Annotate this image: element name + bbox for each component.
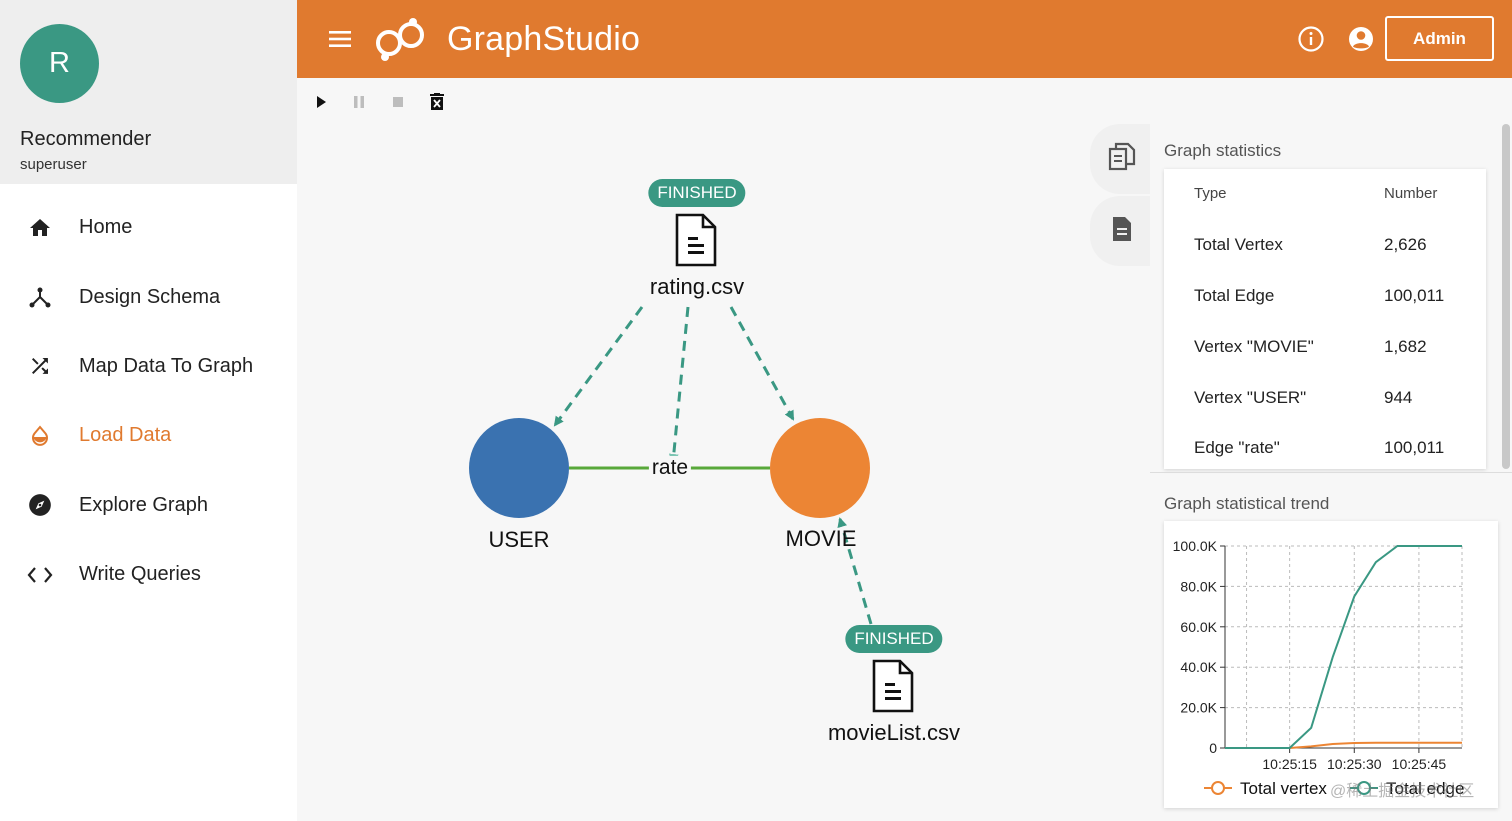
y-tick-label: 20.0K [1180,700,1217,716]
app-title: GraphStudio [447,19,641,58]
y-tick-label: 0 [1209,740,1217,756]
table-row: Total Edge 100,011 [1164,286,1486,337]
column-header-number: Number [1384,185,1438,202]
stat-type: Vertex "USER" [1194,388,1307,407]
profile-name: Recommender [20,128,152,150]
avatar[interactable]: R [20,24,99,103]
sidebar-item-label: Design Schema [79,285,221,308]
vertex-user[interactable] [469,418,569,518]
stat-type: Edge "rate" [1194,438,1280,457]
x-tick-label: 10:25:45 [1392,756,1447,772]
status-badge: FINISHED [648,179,746,207]
copy-icon [1108,142,1136,177]
trend-chart-svg: 0 20.0K 40.0K 60.0K 80.0K 100.0K 10:25:15 10:25… [1173,538,1465,798]
stat-type: Vertex "MOVIE" [1194,337,1314,356]
sidebar-nav: Home Design Schema Map Data To Graph Loa… [0,193,297,609]
trend-title: Graph statistical trend [1164,494,1330,513]
x-tick-label: 10:25:30 [1327,756,1382,772]
x-tick-label: 10:25:15 [1262,756,1317,772]
sidebar-item-label: Explore Graph [79,493,208,516]
table-row: Total Vertex 2,626 [1164,235,1486,286]
delete-icon[interactable] [428,93,446,111]
document-icon [1111,216,1133,247]
edge-label: rate [648,456,692,480]
menu-icon[interactable] [327,26,357,52]
table-row: Vertex "USER" 944 [1164,388,1486,439]
admin-button[interactable]: Admin [1385,16,1494,61]
status-badge: FINISHED [845,625,943,653]
profile-section: R Recommender superuser [0,0,297,184]
y-tick-label: 60.0K [1180,619,1217,635]
legend-label: Total vertex [1240,779,1327,798]
stat-number: 2,626 [1384,235,1427,254]
sidebar-item-label: Map Data To Graph [79,354,254,377]
load-arrow-rate [668,306,690,464]
stat-type: Total Vertex [1194,235,1283,254]
scrollbar[interactable] [1502,124,1510,469]
table-row: Vertex "MOVIE" 1,682 [1164,337,1486,388]
sidebar-item-label: Home [79,216,133,239]
play-icon[interactable] [312,93,330,111]
load-toolbar [297,78,1512,124]
load-arrow-user [553,306,644,427]
sidebar-item-map-data[interactable]: Map Data To Graph [0,332,297,401]
logo-icon [376,18,424,61]
sidebar-item-label: Write Queries [79,563,201,586]
sidebar: R Recommender superuser Home Design Sche… [0,0,297,821]
vertex-movie[interactable] [770,418,870,518]
graph-svg [469,213,914,713]
info-icon[interactable] [1297,25,1325,58]
sidebar-item-write-queries[interactable]: Write Queries [0,540,297,609]
sidebar-item-home[interactable]: Home [0,193,297,262]
water-drop-icon [26,422,54,450]
sidebar-item-load-data[interactable]: Load Data [0,401,297,470]
stat-type: Total Edge [1194,286,1275,305]
stats-title: Graph statistics [1164,141,1282,160]
legend-marker [1211,781,1225,795]
y-tick-label: 40.0K [1180,659,1217,675]
home-icon [26,214,54,242]
sidebar-item-explore-graph[interactable]: Explore Graph [0,471,297,540]
file-name: rating.csv [649,274,745,299]
tab-log[interactable] [1090,196,1154,266]
y-tick-label: 100.0K [1173,538,1218,554]
graph-canvas[interactable]: FINISHED rating.csv FINISHED movieList.c… [297,124,1087,821]
column-header-type: Type [1194,185,1227,202]
sidebar-item-label: Load Data [79,424,172,447]
code-icon [26,561,54,589]
file-icon[interactable] [675,213,717,267]
compass-icon [26,491,54,519]
series-line-total-edge [1225,544,1462,749]
file-name: movieList.csv [827,720,961,745]
trend-chart: 0 20.0K 40.0K 60.0K 80.0K 100.0K 10:25:15 10:25… [1164,521,1498,808]
stat-number: 100,011 [1384,438,1445,457]
table-row: Edge "rate" 100,011 [1164,438,1486,489]
file-icon[interactable] [872,659,914,713]
tab-statistics[interactable] [1090,124,1154,194]
profile-role: superuser [20,156,87,173]
vertex-label: MOVIE [785,526,857,551]
stat-number: 1,682 [1384,337,1427,356]
stop-icon[interactable] [389,93,407,111]
app-header: GraphStudio Admin [297,0,1512,78]
schema-icon [26,283,54,311]
stat-number: 100,011 [1384,286,1445,305]
stats-table: Type Number Total Vertex 2,626 Total Edg… [1164,169,1486,469]
sidebar-item-design-schema[interactable]: Design Schema [0,262,297,331]
pause-icon[interactable] [350,93,368,111]
vertex-label: USER [488,527,550,552]
load-arrow-movie [729,306,795,421]
app-logo[interactable]: GraphStudio [373,10,640,68]
account-icon[interactable] [1347,25,1375,58]
divider [1150,472,1512,473]
y-tick-label: 80.0K [1180,578,1217,594]
stat-number: 944 [1384,388,1413,407]
watermark: @稀土掘金技术社区 [1330,783,1475,800]
shuffle-icon [26,352,54,380]
